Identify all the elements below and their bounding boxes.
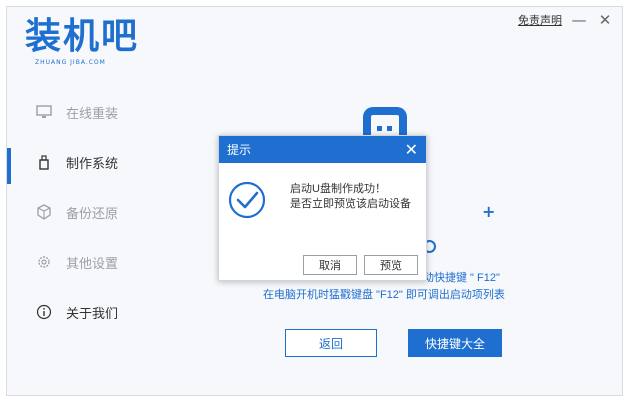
sidebar-item-label: 在线重装 <box>66 105 119 121</box>
sidebar-item-other-settings[interactable]: 其他设置 <box>7 237 197 287</box>
dialog-header: 提示 ✕ <box>219 136 426 163</box>
usb-illustration-dot <box>387 126 392 131</box>
dialog-message-line1: 启动U盘制作成功！ <box>290 183 386 195</box>
dialog-title: 提示 <box>227 143 252 157</box>
sidebar-item-about-us[interactable]: 关于我们 <box>7 287 197 337</box>
hotkeys-list-button[interactable]: 快捷键大全 <box>408 329 502 357</box>
back-button[interactable]: 返回 <box>285 329 377 357</box>
sidebar: 在线重装 制作系统 备份还原 其他设置 关于我们 <box>7 87 197 337</box>
usb-drive-icon <box>36 154 52 170</box>
cube-icon <box>36 204 52 220</box>
gear-icon <box>36 254 52 270</box>
hotkey-hint-line2: 在电脑开机时猛戳键盘 "F12" 即可调出启动项列表 <box>263 289 505 301</box>
dialog-message: 启动U盘制作成功！ 是否立即预览该启动设备 <box>290 182 411 212</box>
sidebar-item-label: 制作系统 <box>66 155 119 171</box>
success-check-icon <box>228 181 266 219</box>
plus-icon: + <box>482 202 496 221</box>
dialog-message-line2: 是否立即预览该启动设备 <box>290 198 411 210</box>
sidebar-item-label: 其他设置 <box>66 255 119 271</box>
sidebar-item-label: 备份还原 <box>66 205 119 221</box>
sidebar-item-make-system[interactable]: 制作系统 <box>7 137 197 187</box>
sidebar-item-label: 关于我们 <box>66 305 119 321</box>
sidebar-item-backup-restore[interactable]: 备份还原 <box>7 187 197 237</box>
usb-illustration-dot <box>377 126 382 131</box>
sidebar-item-online-reinstall[interactable]: 在线重装 <box>7 87 197 137</box>
brand-subtitle: ZHUANG JIBA.COM <box>35 59 106 66</box>
brand-name: 装机吧 <box>25 16 140 57</box>
hotkey-hint-line1: 动快捷键 " F12" <box>423 272 500 284</box>
cancel-button[interactable]: 取消 <box>303 255 357 275</box>
preview-button[interactable]: 预览 <box>364 255 418 275</box>
app-window: 装机吧 ZHUANG JIBA.COM 免责声明 — ✕ 在线重装 制作系统 备… <box>6 6 623 396</box>
monitor-icon <box>36 104 52 120</box>
info-icon <box>36 304 52 320</box>
brand-logo: 装机吧 ZHUANG JIBA.COM <box>25 15 145 75</box>
dialog-close-button[interactable]: ✕ <box>405 141 418 158</box>
prompt-dialog: 提示 ✕ 启动U盘制作成功！ 是否立即预览该启动设备 取消 预览 <box>218 135 427 281</box>
